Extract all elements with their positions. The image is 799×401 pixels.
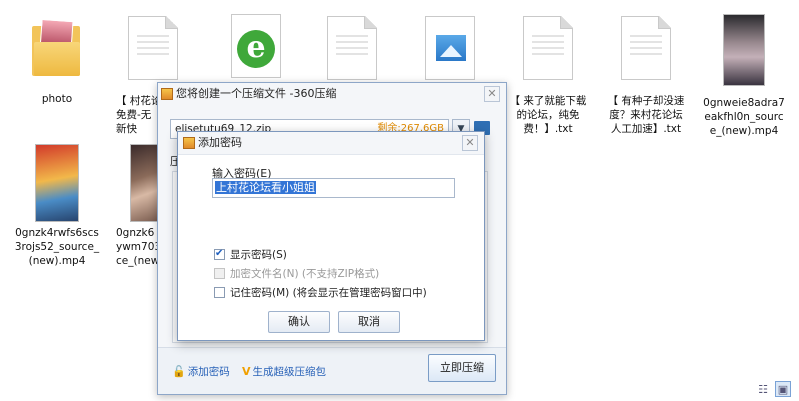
- text-file-icon: [621, 16, 671, 80]
- desktop-item-video-1[interactable]: 0gnweie8adra7 eakfhl0n_sourc e_(new).mp4: [699, 14, 789, 138]
- archive-icon: [183, 137, 195, 149]
- add-password-link[interactable]: 🔓 添加密码: [172, 364, 230, 379]
- video-thumbnail: [723, 14, 765, 86]
- checkbox-checked-icon: [214, 247, 225, 261]
- checkbox-icon: [214, 268, 225, 279]
- desktop-item-video-2[interactable]: 0gnzk4rwfs6scs 3rojs52_source_ (new).mp4: [12, 144, 102, 268]
- ok-button[interactable]: 确认: [268, 311, 330, 333]
- lock-icon: 🔓: [172, 365, 186, 378]
- item-label: photo: [41, 93, 73, 105]
- dialog-titlebar: 添加密码 ✕: [178, 132, 484, 155]
- dialog-title: 添加密码: [198, 136, 242, 149]
- remember-password-checkbox[interactable]: 记住密码(M) (将会显示在管理密码窗口中): [214, 286, 427, 300]
- desktop-item-txt-3[interactable]: 【 有种子却没速 度？来村花论坛 人工加速】.txt: [601, 16, 691, 136]
- text-file-icon: [128, 16, 178, 80]
- desktop-item-image[interactable]: [405, 16, 495, 80]
- item-label: 【 有种子却没速 度？来村花论坛 人工加速】.txt: [607, 95, 685, 135]
- desktop-item-photo[interactable]: photo: [12, 14, 102, 106]
- password-input[interactable]: 上村花论坛看小姐姐: [212, 178, 455, 198]
- dialog-footer: 🔓 添加密码 V 生成超级压缩包 立即压缩: [158, 347, 506, 394]
- v-icon: V: [242, 365, 251, 378]
- encrypt-filename-checkbox: 加密文件名(N) (不支持ZIP格式): [214, 267, 379, 281]
- text-file-icon: [523, 16, 573, 80]
- item-label: 0gnzk4rwfs6scs 3rojs52_source_ (new).mp4: [14, 227, 100, 267]
- large-icon-view-icon[interactable]: ▣: [775, 381, 791, 397]
- item-label: 0gnweie8adra7 eakfhl0n_sourc e_(new).mp4: [703, 97, 785, 137]
- view-toggle: ☷ ▣: [751, 381, 791, 399]
- password-value: 上村花论坛看小姐姐: [215, 181, 316, 194]
- desktop-item-txt-2[interactable]: 【 来了就能下载 的论坛，纯免 费！】.txt: [503, 16, 593, 136]
- close-button[interactable]: ✕: [462, 135, 478, 151]
- desktop-item-doc[interactable]: [307, 16, 397, 80]
- cancel-button[interactable]: 取消: [338, 311, 400, 333]
- folder-icon: [32, 18, 82, 76]
- video-thumbnail: [35, 144, 79, 222]
- close-button[interactable]: ✕: [484, 86, 500, 102]
- browser-file-icon: e: [225, 14, 285, 80]
- list-view-icon[interactable]: ☷: [755, 382, 771, 398]
- dialog-titlebar: 您将创建一个压缩文件 -360压缩 ✕: [158, 83, 506, 105]
- show-password-checkbox[interactable]: 显示密码(S): [214, 247, 287, 262]
- image-file-icon: [425, 16, 475, 80]
- desktop-item-ie[interactable]: e: [210, 14, 300, 80]
- compress-now-button[interactable]: 立即压缩: [428, 354, 496, 382]
- text-file-icon: [327, 16, 377, 80]
- dialog-title: 您将创建一个压缩文件 -360压缩: [176, 87, 337, 100]
- add-password-dialog: 添加密码 ✕ 输入密码(E) 上村花论坛看小姐姐 显示密码(S) 加密文件名(N…: [177, 131, 485, 341]
- item-label: 【 来了就能下载 的论坛，纯免 费！】.txt: [509, 95, 587, 135]
- checkbox-icon: [214, 287, 225, 298]
- archive-icon: [161, 88, 173, 100]
- super-compress-link[interactable]: V 生成超级压缩包: [242, 364, 326, 379]
